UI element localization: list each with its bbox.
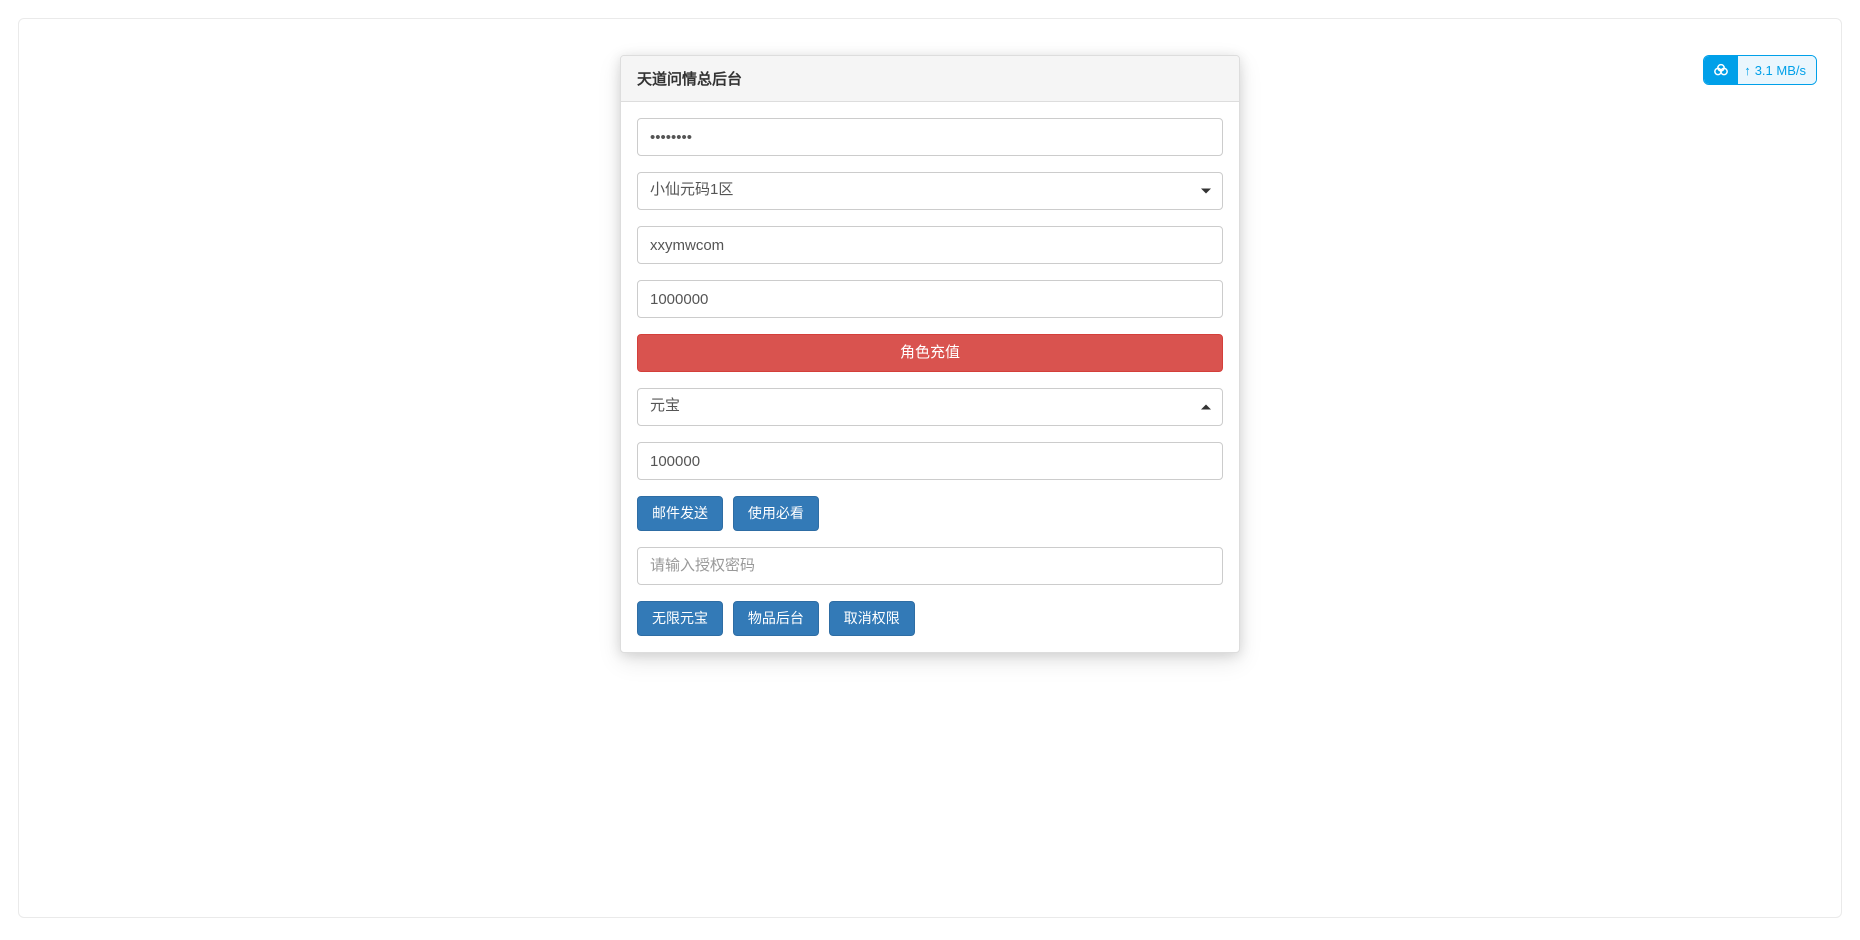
cancel-auth-button[interactable]: 取消权限 <box>829 601 915 636</box>
amount-input[interactable] <box>637 280 1223 318</box>
unlimited-yuanbao-button[interactable]: 无限元宝 <box>637 601 723 636</box>
cloud-icon <box>1704 56 1738 84</box>
page-frame: ↑ 3.1 MB/s 天道问情总后台 小仙元码1区 <box>18 18 1842 918</box>
network-speed-widget[interactable]: ↑ 3.1 MB/s <box>1703 55 1817 85</box>
speed-value: 3.1 MB/s <box>1755 63 1806 78</box>
currency-amount-input[interactable] <box>637 442 1223 480</box>
item-backend-button[interactable]: 物品后台 <box>733 601 819 636</box>
upload-speed: ↑ 3.1 MB/s <box>1738 56 1816 84</box>
auth-password-input[interactable] <box>637 547 1223 585</box>
admin-panel: 天道问情总后台 小仙元码1区 角色充值 <box>620 55 1240 653</box>
upload-arrow-icon: ↑ <box>1744 64 1751 77</box>
panel-body: 小仙元码1区 角色充值 元宝 <box>621 102 1239 652</box>
account-input[interactable] <box>637 226 1223 264</box>
currency-select-value[interactable]: 元宝 <box>637 388 1223 426</box>
password-input[interactable] <box>637 118 1223 156</box>
recharge-button[interactable]: 角色充值 <box>637 334 1223 372</box>
server-select[interactable]: 小仙元码1区 <box>637 172 1223 210</box>
panel-title: 天道问情总后台 <box>621 56 1239 102</box>
server-select-value[interactable]: 小仙元码1区 <box>637 172 1223 210</box>
currency-select[interactable]: 元宝 <box>637 388 1223 426</box>
mail-send-button[interactable]: 邮件发送 <box>637 496 723 531</box>
usage-guide-button[interactable]: 使用必看 <box>733 496 819 531</box>
